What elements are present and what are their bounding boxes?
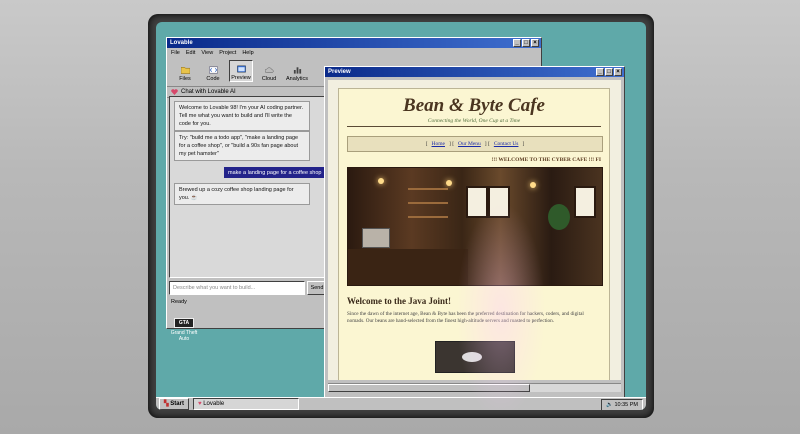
cafe-interior-photo bbox=[347, 167, 603, 286]
site-title: Bean & Byte Cafe bbox=[403, 95, 545, 116]
nav-link-menu[interactable]: Our Menu bbox=[458, 141, 481, 147]
scrollbar-thumb[interactable] bbox=[328, 384, 530, 392]
gta-icon: GTA bbox=[174, 318, 194, 328]
lovable-titlebar[interactable]: Lovable _ □ × bbox=[167, 38, 541, 48]
taskbar: ▚ Start ♥ Lovable 🔈 10:35 PM bbox=[156, 397, 646, 410]
menu-project[interactable]: Project bbox=[219, 48, 236, 58]
nav-link-contact[interactable]: Contact Us bbox=[494, 141, 519, 147]
preview-maximize-button[interactable]: □ bbox=[605, 68, 613, 76]
gta-desktop-icon[interactable]: GTA Grand Theft Auto bbox=[170, 318, 198, 342]
site-nav: [ Home ] [ Our Menu ] [ Contact Us ] bbox=[347, 136, 603, 152]
preview-window: Preview _ □ × Bean & Byte Cafe Connectin… bbox=[324, 66, 625, 398]
close-button[interactable]: × bbox=[531, 39, 539, 47]
user-message: make a landing page for a coffee shop bbox=[224, 167, 328, 178]
site-page: Bean & Byte Cafe Connecting the World, O… bbox=[338, 88, 610, 380]
chat-input[interactable]: Describe what you want to build... bbox=[169, 281, 305, 295]
code-icon bbox=[208, 66, 218, 74]
lovable-heart-icon: ♥ bbox=[197, 401, 202, 407]
minimize-button[interactable]: _ bbox=[513, 39, 521, 47]
cloud-button[interactable]: Cloud bbox=[257, 60, 281, 82]
crt-monitor: Lovable _ □ × File Edit View Project Hel… bbox=[0, 0, 800, 434]
ai-message: Welcome to Lovable 98! I'm your AI codin… bbox=[174, 101, 310, 131]
files-button[interactable]: Files bbox=[173, 60, 197, 82]
system-tray: 🔈 10:35 PM bbox=[601, 399, 643, 410]
ai-message: Brewed up a cozy coffee shop landing pag… bbox=[174, 183, 310, 205]
menu-help[interactable]: Help bbox=[242, 48, 253, 58]
chat-icon bbox=[171, 89, 178, 95]
window-title: Lovable bbox=[170, 40, 193, 46]
welcome-paragraph: Since the dawn of the internet age, Bean… bbox=[347, 311, 584, 324]
code-button[interactable]: Code bbox=[201, 60, 225, 82]
desktop: Lovable _ □ × File Edit View Project Hel… bbox=[156, 22, 646, 410]
analytics-button[interactable]: Analytics bbox=[285, 60, 309, 82]
preview-icon bbox=[236, 65, 246, 73]
preview-close-button[interactable]: × bbox=[614, 68, 622, 76]
title-divider bbox=[347, 126, 601, 127]
code-label: Code bbox=[206, 76, 220, 82]
menu-edit[interactable]: Edit bbox=[186, 48, 195, 58]
start-label: Start bbox=[170, 401, 184, 407]
preview-viewport[interactable]: Bean & Byte Cafe Connecting the World, O… bbox=[328, 80, 621, 380]
maximize-button[interactable]: □ bbox=[522, 39, 530, 47]
cloud-label: Cloud bbox=[261, 76, 277, 82]
preview-titlebar[interactable]: Preview _ □ × bbox=[325, 67, 624, 77]
preview-label: Preview bbox=[231, 75, 251, 81]
preview-button[interactable]: Preview bbox=[229, 60, 253, 82]
welcome-heading: Welcome to the Java Joint! bbox=[347, 296, 451, 306]
site-tagline: Connecting the World, One Cup at a Time bbox=[427, 118, 521, 124]
menu-view[interactable]: View bbox=[201, 48, 213, 58]
horizontal-scrollbar[interactable] bbox=[328, 383, 621, 392]
files-label: Files bbox=[179, 76, 191, 82]
gta-icon-label: Grand Theft Auto bbox=[170, 330, 198, 342]
analytics-icon bbox=[293, 67, 301, 74]
ai-message: Try: "build me a todo app", "make a land… bbox=[174, 131, 310, 161]
status-bar: Ready bbox=[171, 299, 187, 305]
site-marquee: !!! WELCOME TO THE CYBER CAFE !!! FI bbox=[491, 157, 601, 163]
chat-input-row: Describe what you want to build... Send bbox=[169, 281, 327, 295]
menu-bar: File Edit View Project Help bbox=[167, 48, 541, 58]
taskbar-item-lovable[interactable]: ♥ Lovable bbox=[192, 398, 299, 410]
analytics-label: Analytics bbox=[285, 76, 308, 82]
cloud-icon bbox=[264, 67, 274, 73]
taskbar-item-label: Lovable bbox=[203, 401, 225, 407]
nav-link-home[interactable]: Home bbox=[432, 141, 445, 147]
folder-icon bbox=[180, 67, 190, 74]
menu-file[interactable]: File bbox=[171, 48, 180, 58]
preview-minimize-button[interactable]: _ bbox=[596, 68, 604, 76]
windows-logo-icon: ▚ bbox=[164, 401, 169, 407]
chat-messages[interactable]: Welcome to Lovable 98! I'm your AI codin… bbox=[169, 96, 329, 278]
preview-title: Preview bbox=[328, 69, 351, 75]
coffee-cup-photo bbox=[435, 341, 515, 373]
clock: 10:35 PM bbox=[614, 402, 638, 408]
start-button[interactable]: ▚ Start bbox=[159, 398, 189, 410]
volume-icon[interactable]: 🔈 bbox=[606, 402, 613, 408]
